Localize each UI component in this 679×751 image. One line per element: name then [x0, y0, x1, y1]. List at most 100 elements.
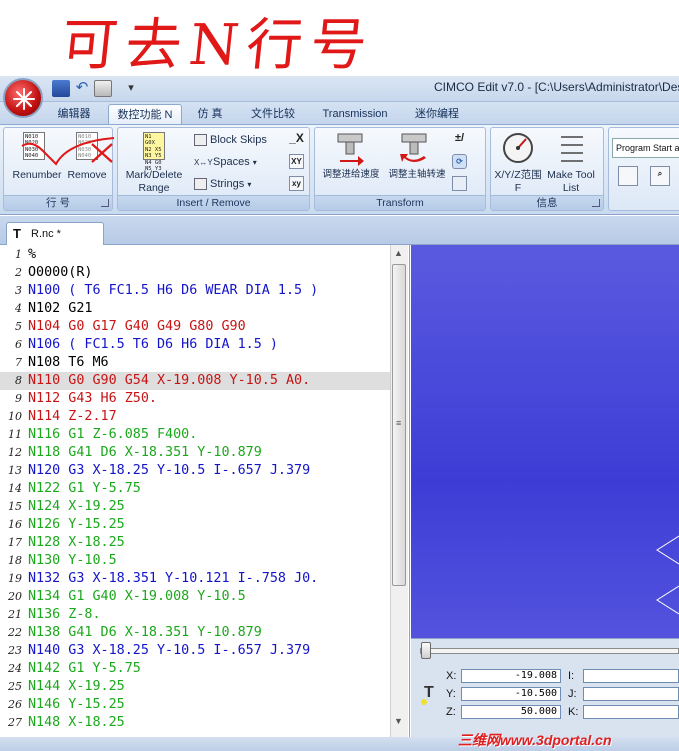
adjust-feed-button[interactable]: 调整进给速度 [318, 169, 384, 181]
k-coord-field[interactable] [583, 705, 679, 719]
group-info-launcher-icon[interactable] [592, 199, 600, 207]
renumber-button[interactable]: Renumber [8, 169, 66, 181]
x-coord-field[interactable]: -19.008 [461, 669, 561, 683]
adjust-spindle-button[interactable]: 调整主轴转速 [384, 169, 450, 181]
code-line[interactable]: 15 N124 X-19.25 [0, 498, 390, 516]
code-line[interactable]: 1% [0, 246, 390, 264]
code-text: N126 Y-15.25 [28, 517, 125, 532]
strings-dropdown-icon: ▾ [247, 180, 252, 189]
scroll-up-icon[interactable]: ▲ [394, 248, 403, 258]
code-line[interactable]: 26 N146 Y-15.25 [0, 696, 390, 714]
simulation-3d-view[interactable] [411, 245, 679, 638]
application-menu-button[interactable] [3, 78, 43, 118]
spaces-button[interactable]: X↔YSpaces ▾ [194, 155, 257, 170]
j-coord-field[interactable] [583, 687, 679, 701]
code-line[interactable]: 12 N118 G41 D6 X-18.351 Y-10.879 [0, 444, 390, 462]
remove-x-icon[interactable]: _X [289, 132, 304, 147]
block-skips-icon [194, 134, 207, 147]
calculator-icon[interactable] [452, 176, 467, 191]
code-line[interactable]: 11 N116 G1 Z-6.085 F400. [0, 426, 390, 444]
line-number: 22 [8, 626, 22, 639]
make-tool-list-button-line1[interactable]: Make Tool [542, 169, 600, 181]
code-line[interactable]: 27 N148 X-18.25 [0, 714, 390, 732]
code-text: O0000(R) [28, 265, 93, 280]
code-text: N138 G41 D6 X-18.351 Y-10.879 [28, 625, 262, 640]
code-line[interactable]: 5 N104 G0 G17 G40 G49 G80 G90 [0, 318, 390, 336]
screenshot-root: { "annotation": { "handwriting": "可去N行号"… [0, 0, 679, 751]
code-line[interactable]: 16 N126 Y-15.25 [0, 516, 390, 534]
j-coord-label: J: [568, 688, 577, 700]
make-tool-list-button-line2[interactable]: List [542, 182, 600, 194]
xy-lower-icon[interactable]: xy [289, 176, 304, 191]
line-number: 9 [15, 392, 22, 405]
strings-icon [194, 178, 207, 191]
code-line[interactable]: 2 O0000(R) [0, 264, 390, 282]
code-line[interactable]: 9 N112 G43 H6 Z50. [0, 390, 390, 408]
y-coord-field[interactable]: -10.500 [461, 687, 561, 701]
line-number: 11 [8, 428, 22, 441]
line-number: 18 [8, 554, 22, 567]
line-number: 2 [15, 266, 22, 279]
mark-delete-range-button-line1[interactable]: Mark/Delete [120, 169, 188, 181]
block-skips-button[interactable]: Block Skips [194, 133, 267, 147]
quick-access-dropdown-icon[interactable]: ▾ [124, 80, 138, 97]
simulation-slider-thumb[interactable] [421, 642, 431, 659]
code-line[interactable]: 3 N100 ( T6 FC1.5 H6 D6 WEAR DIA 1.5 ) [0, 282, 390, 300]
tab-transmission[interactable]: Transmission [316, 104, 394, 124]
code-line[interactable]: 4 N102 G21 [0, 300, 390, 318]
code-line[interactable]: 21 N136 Z-8. [0, 606, 390, 624]
i-coord-field[interactable] [583, 669, 679, 683]
code-line[interactable]: 14 N122 G1 Y-5.75 [0, 480, 390, 498]
code-line[interactable]: 22 N138 G41 D6 X-18.351 Y-10.879 [0, 624, 390, 642]
code-line[interactable]: 20 N134 G1 G40 X-19.008 Y-10.5 [0, 588, 390, 606]
code-line[interactable]: 13 N120 G3 X-18.25 Y-10.5 I-.657 J.379 [0, 462, 390, 480]
rotate-icon[interactable]: ⟳ [452, 154, 467, 169]
remove-button[interactable]: Remove [62, 169, 112, 181]
code-line[interactable]: 19 N132 G3 X-18.351 Y-10.121 I-.758 J0. [0, 570, 390, 588]
code-text: N146 Y-15.25 [28, 697, 125, 712]
search-icon[interactable]: ⌕ [650, 166, 670, 186]
code-line[interactable]: 23 N140 G3 X-18.25 Y-10.5 I-.657 J.379 [0, 642, 390, 660]
tab-simulation[interactable]: 仿 真 [188, 104, 232, 124]
group-transform-label: Transform [315, 195, 485, 210]
simulation-slider-track[interactable] [420, 648, 679, 654]
tab-editor[interactable]: 编辑器 [50, 104, 98, 124]
save-icon[interactable] [52, 80, 70, 97]
line-number: 6 [15, 338, 22, 351]
code-line[interactable]: 8 N110 G0 G90 G54 X-19.008 Y-10.5 A0. [0, 372, 390, 390]
line-number: 19 [8, 572, 22, 585]
print-icon[interactable] [94, 80, 112, 97]
group-launcher-icon[interactable] [101, 199, 109, 207]
undo-icon[interactable]: ↶ [73, 80, 91, 97]
line-number: 25 [8, 680, 22, 693]
line-number: 23 [8, 644, 22, 657]
program-tool-icon[interactable] [618, 166, 638, 186]
program-start-select[interactable]: Program Start and [612, 138, 679, 158]
z-coord-field[interactable]: 50.000 [461, 705, 561, 719]
strings-button[interactable]: Strings ▾ [194, 177, 251, 192]
tab-file-compare[interactable]: 文件比较 [244, 104, 302, 124]
code-line[interactable]: 24 N142 G1 Y-5.75 [0, 660, 390, 678]
xyz-range-button-line2[interactable]: F [492, 182, 544, 194]
scroll-grip-icon: ≡ [396, 418, 402, 428]
xyz-range-button-line1[interactable]: X/Y/Z范围 [492, 169, 544, 181]
xy-swap-icon[interactable]: XY [289, 154, 304, 169]
code-editor[interactable]: 1% 2 O0000(R) 3 N100 ( T6 FC1.5 H6 D6 WEAR D… [0, 245, 410, 737]
code-line[interactable]: 10 N114 Z-2.17 [0, 408, 390, 426]
tab-mini-programming[interactable]: 迷你编程 [408, 104, 466, 124]
code-line[interactable]: 18 N130 Y-10.5 [0, 552, 390, 570]
code-text: N122 G1 Y-5.75 [28, 481, 141, 496]
line-number: 20 [8, 590, 22, 603]
tab-nc-functions[interactable]: 数控功能 N [108, 104, 182, 124]
code-text: N118 G41 D6 X-18.351 Y-10.879 [28, 445, 262, 460]
mark-delete-range-button-line2[interactable]: Range [120, 182, 188, 194]
code-line[interactable]: 25 N144 X-19.25 [0, 678, 390, 696]
strings-label: Strings [210, 178, 245, 190]
document-tab-r-nc[interactable]: T R.nc * [6, 222, 104, 245]
math-function-icon[interactable]: ±/ [452, 132, 467, 147]
group-line-numbers-label: 行 号 [4, 195, 112, 210]
code-line[interactable]: 6 N106 ( FC1.5 T6 D6 H6 DIA 1.5 ) [0, 336, 390, 354]
scroll-down-icon[interactable]: ▼ [394, 716, 403, 726]
code-line[interactable]: 17 N128 X-18.25 [0, 534, 390, 552]
code-line[interactable]: 7 N108 T6 M6 [0, 354, 390, 372]
